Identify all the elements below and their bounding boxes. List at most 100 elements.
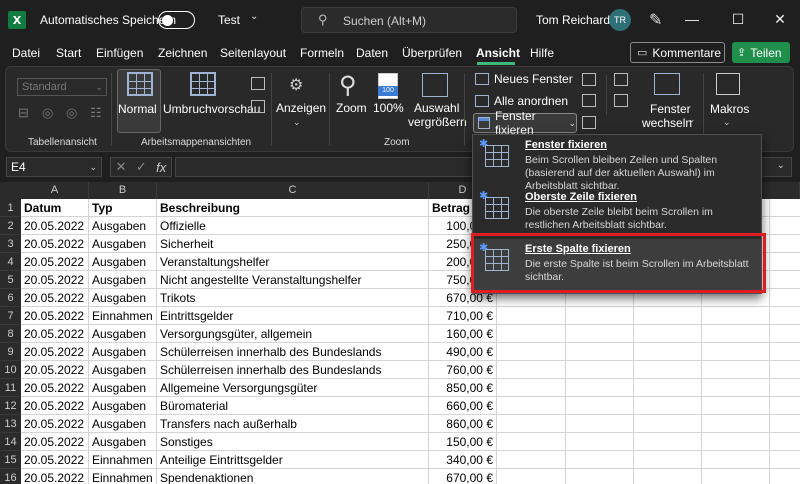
confirm-icon[interactable]: ✓ xyxy=(136,159,147,175)
zoom-button[interactable]: Zoom xyxy=(336,101,367,115)
table-cell[interactable]: Anteilige Eintrittsgelder xyxy=(157,451,429,469)
autosave-toggle[interactable] xyxy=(158,11,195,29)
name-box[interactable]: E4 ⌄ xyxy=(6,157,102,177)
table-cell[interactable]: 860,00 € xyxy=(429,415,497,433)
designer-pen-icon[interactable]: ✎ xyxy=(649,10,662,30)
table-header-cell[interactable]: Beschreibung xyxy=(157,199,429,217)
tab-seitenlayout[interactable]: Seitenlayout xyxy=(220,46,286,60)
table-header-cell[interactable]: Typ xyxy=(89,199,157,217)
table-cell[interactable]: 20.05.2022 xyxy=(21,325,89,343)
chevron-down-icon[interactable]: ⌄ xyxy=(250,11,258,22)
zoom-selection-label-1[interactable]: Auswahl xyxy=(414,101,459,115)
search-box[interactable]: ⚲ Suchen (Alt+M) xyxy=(301,7,517,33)
table-cell[interactable]: Einnahmen xyxy=(89,469,157,484)
maximize-icon[interactable]: ☐ xyxy=(726,7,750,31)
table-cell[interactable]: Nicht angestellte Veranstaltungshelfer xyxy=(157,271,429,289)
select-all-corner[interactable] xyxy=(0,182,21,199)
minimize-icon[interactable]: — xyxy=(680,7,704,31)
switch-windows-label-2[interactable]: wechseln xyxy=(642,116,692,130)
macros-button[interactable]: Makros xyxy=(710,102,749,116)
page-break-preview-button[interactable]: Umbruchvorschau xyxy=(163,102,260,116)
table-header-cell[interactable]: Datum xyxy=(21,199,89,217)
table-cell[interactable]: 20.05.2022 xyxy=(21,271,89,289)
tab-datei[interactable]: Datei xyxy=(12,46,40,60)
hide-icon[interactable] xyxy=(582,94,596,107)
page-layout-icon[interactable] xyxy=(251,77,265,90)
tab-hilfe[interactable]: Hilfe xyxy=(530,46,554,60)
insert-function-icon[interactable]: fx xyxy=(156,160,166,175)
avatar[interactable]: TR xyxy=(609,9,631,31)
table-cell[interactable]: Schülerreisen innerhalb des Bundeslands xyxy=(157,343,429,361)
table-cell[interactable]: 850,00 € xyxy=(429,379,497,397)
show-button[interactable]: Anzeigen xyxy=(276,101,326,115)
row-header[interactable]: 15 xyxy=(0,451,21,469)
tab-ueberpruefen[interactable]: Überprüfen xyxy=(402,46,462,60)
table-cell[interactable]: 20.05.2022 xyxy=(21,289,89,307)
menu-item-freeze-top-row[interactable]: ✱ Oberste Zeile fixieren Die oberste Zei… xyxy=(473,187,761,239)
table-cell[interactable]: Spendenaktionen xyxy=(157,469,429,484)
row-header[interactable]: 11 xyxy=(0,379,21,397)
table-cell[interactable]: Trikots xyxy=(157,289,429,307)
table-cell[interactable]: 20.05.2022 xyxy=(21,433,89,451)
split-icon[interactable] xyxy=(582,73,596,86)
table-cell[interactable]: Büromaterial xyxy=(157,397,429,415)
table-cell[interactable]: Ausgaben xyxy=(89,217,157,235)
row-header[interactable]: 2 xyxy=(0,217,21,235)
document-name[interactable]: Test xyxy=(218,13,240,27)
row-header[interactable]: 7 xyxy=(0,307,21,325)
table-cell[interactable]: 20.05.2022 xyxy=(21,469,89,484)
row-header[interactable]: 16 xyxy=(0,469,21,484)
tab-start[interactable]: Start xyxy=(56,46,81,60)
row-header[interactable]: 4 xyxy=(0,253,21,271)
tab-einfuegen[interactable]: Einfügen xyxy=(96,46,143,60)
table-cell[interactable]: Einnahmen xyxy=(89,307,157,325)
tab-ansicht[interactable]: Ansicht xyxy=(476,46,520,60)
row-header[interactable]: 14 xyxy=(0,433,21,451)
table-cell[interactable]: Eintrittsgelder xyxy=(157,307,429,325)
row-header[interactable]: 13 xyxy=(0,415,21,433)
table-cell[interactable]: Ausgaben xyxy=(89,379,157,397)
comments-button[interactable]: ▭ Kommentare xyxy=(630,42,725,63)
tab-zeichnen[interactable]: Zeichnen xyxy=(158,46,207,60)
user-name[interactable]: Tom Reichardt xyxy=(536,13,613,27)
table-cell[interactable]: Ausgaben xyxy=(89,433,157,451)
row-header[interactable]: 5 xyxy=(0,271,21,289)
column-header-c[interactable]: C xyxy=(157,182,429,199)
new-window-button[interactable]: Neues Fenster xyxy=(475,72,573,86)
table-cell[interactable]: 20.05.2022 xyxy=(21,415,89,433)
table-cell[interactable]: 670,00 € xyxy=(429,469,497,484)
table-cell[interactable]: 660,00 € xyxy=(429,397,497,415)
tab-daten[interactable]: Daten xyxy=(356,46,388,60)
table-cell[interactable]: Schülerreisen innerhalb des Bundeslands xyxy=(157,361,429,379)
share-button[interactable]: ⇪ Teilen xyxy=(732,42,790,63)
table-cell[interactable]: 20.05.2022 xyxy=(21,379,89,397)
cancel-icon[interactable]: ✕ xyxy=(116,159,127,175)
row-header[interactable]: 6 xyxy=(0,289,21,307)
table-cell[interactable]: Ausgaben xyxy=(89,415,157,433)
close-icon[interactable]: ✕ xyxy=(768,7,792,31)
table-cell[interactable]: Ausgaben xyxy=(89,289,157,307)
menu-item-freeze-panes[interactable]: ✱ Fenster fixieren Beim Scrollen bleiben… xyxy=(473,135,761,192)
table-cell[interactable]: 160,00 € xyxy=(429,325,497,343)
row-header[interactable]: 10 xyxy=(0,361,21,379)
table-cell[interactable]: 20.05.2022 xyxy=(21,451,89,469)
table-cell[interactable]: Sicherheit xyxy=(157,235,429,253)
table-cell[interactable]: 20.05.2022 xyxy=(21,217,89,235)
table-cell[interactable]: Ausgaben xyxy=(89,397,157,415)
row-header[interactable]: 12 xyxy=(0,397,21,415)
table-cell[interactable]: Ausgaben xyxy=(89,343,157,361)
table-cell[interactable]: Offizielle xyxy=(157,217,429,235)
unhide-icon[interactable] xyxy=(582,116,596,129)
table-cell[interactable]: 20.05.2022 xyxy=(21,361,89,379)
table-cell[interactable]: Transfers nach außerhalb xyxy=(157,415,429,433)
table-cell[interactable]: 490,00 € xyxy=(429,343,497,361)
table-cell[interactable]: Ausgaben xyxy=(89,253,157,271)
arrange-all-button[interactable]: Alle anordnen xyxy=(475,94,568,108)
table-cell[interactable]: Ausgaben xyxy=(89,271,157,289)
table-cell[interactable]: Veranstaltungshelfer xyxy=(157,253,429,271)
table-cell[interactable]: 760,00 € xyxy=(429,361,497,379)
row-header[interactable]: 9 xyxy=(0,343,21,361)
custom-views-icon[interactable] xyxy=(251,100,265,113)
table-cell[interactable]: 20.05.2022 xyxy=(21,397,89,415)
table-cell[interactable]: 340,00 € xyxy=(429,451,497,469)
